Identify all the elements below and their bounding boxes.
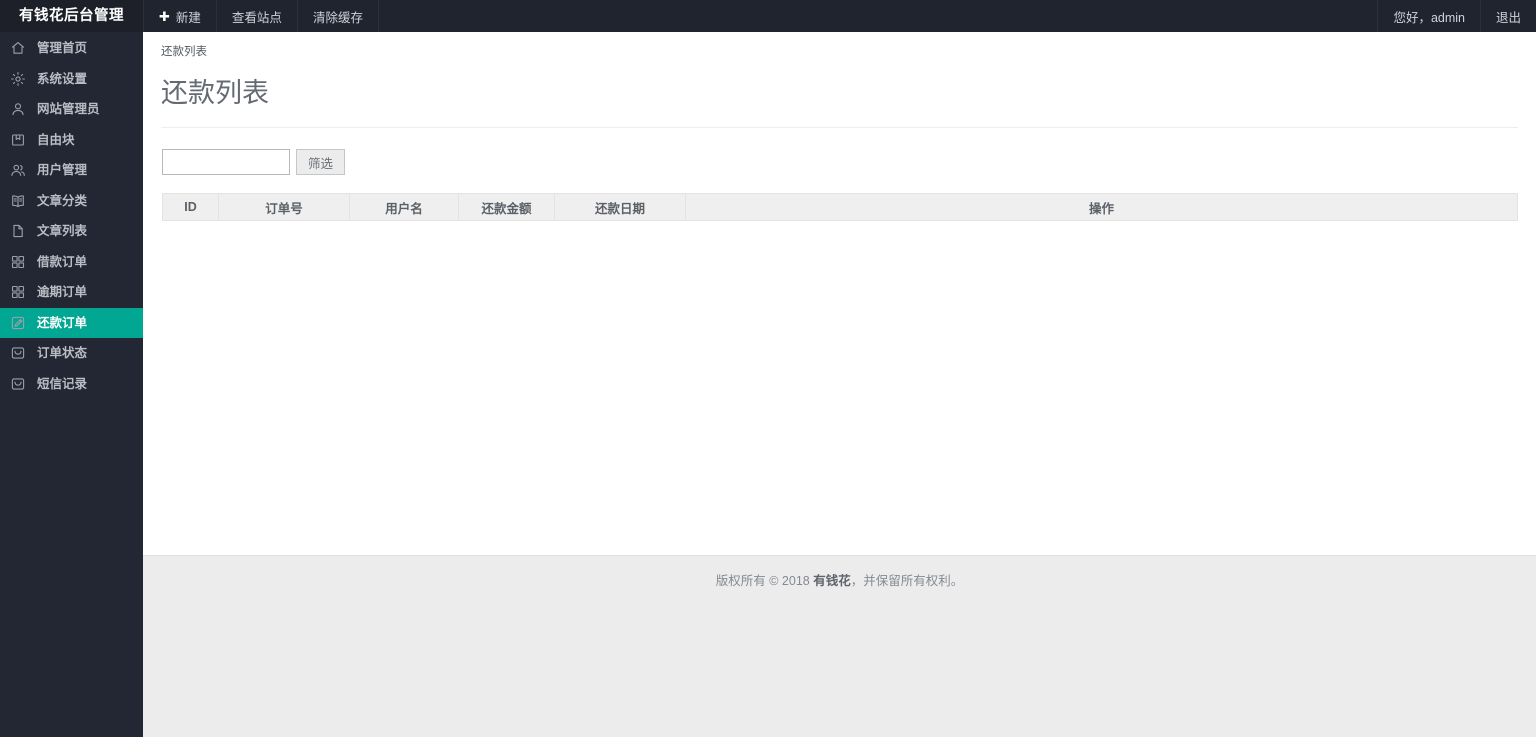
repayment-table: ID 订单号 用户名 还款金额 还款日期 操作 [162, 193, 1518, 222]
filter-search-input[interactable] [162, 149, 290, 176]
sidebar-item-3[interactable]: 自由块 [0, 125, 143, 156]
sidebar-item-label: 自由块 [37, 132, 75, 147]
main-content: 还款列表 还款列表 筛选 ID 订单号 用户名 还款金额 还款日期 操作 [143, 32, 1536, 556]
brand-title: 有钱花后台管理 [19, 7, 124, 24]
page-header: 还款列表 [161, 77, 1518, 129]
home-icon [10, 40, 26, 56]
top-bar: ✚ 新建 查看站点 清除缓存 您好，admin 退出 [143, 0, 1536, 32]
file-icon [10, 223, 26, 239]
filter-bar: 筛选 [162, 149, 1536, 176]
table-header-cell-5: 操作 [685, 193, 1518, 222]
logout-label: 退出 [1495, 10, 1521, 25]
grid-icon [10, 254, 26, 270]
footer: 版权所有 © 2018 有钱花，并保留所有权利。 [143, 557, 1536, 737]
sidebar-item-0[interactable]: 管理首页 [0, 33, 143, 64]
brand-logo[interactable]: 有钱花后台管理 [0, 0, 143, 32]
inbox-icon [10, 345, 26, 361]
user-icon [10, 101, 26, 117]
topnav-item-2[interactable]: 清除缓存 [298, 0, 379, 32]
sidebar-item-4[interactable]: 用户管理 [0, 155, 143, 186]
sidebar-item-label: 网站管理员 [37, 102, 100, 116]
plus-icon: ✚ [159, 8, 170, 24]
user-greeting[interactable]: 您好，admin [1377, 0, 1480, 32]
sidebar-item-11[interactable]: 短信记录 [0, 369, 143, 400]
footer-copyright: 版权所有 © 2018 有钱花，并保留所有权利。 [143, 557, 1536, 589]
sidebar-item-label: 借款订单 [37, 254, 88, 269]
filter-submit-button[interactable]: 筛选 [296, 149, 346, 176]
table-header-cell-2: 用户名 [349, 193, 459, 222]
users-icon [10, 162, 26, 178]
sidebar-item-label: 管理首页 [37, 41, 88, 55]
table-header-cell-0: ID [162, 193, 219, 222]
sidebar-item-8[interactable]: 逾期订单 [0, 277, 143, 308]
footer-brand: 有钱花 [813, 574, 851, 588]
table-head: ID 订单号 用户名 还款金额 还款日期 操作 [162, 193, 1518, 222]
sidebar-item-label: 订单状态 [37, 346, 88, 360]
sidebar-item-6[interactable]: 文章列表 [0, 216, 143, 247]
table-header-cell-1: 订单号 [218, 193, 350, 222]
sidebar-item-label: 用户管理 [37, 163, 88, 177]
sidebar-item-label: 文章分类 [37, 193, 88, 208]
top-bar-right: 您好，admin 退出 [1377, 0, 1536, 32]
sidebar-item-2[interactable]: 网站管理员 [0, 94, 143, 125]
topnav-item-label: 清除缓存 [312, 10, 363, 25]
topnav-item-1[interactable]: 查看站点 [217, 0, 298, 32]
app-root: 有钱花后台管理 管理首页系统设置网站管理员自由块用户管理文章分类文章列表借款订单… [0, 0, 1536, 737]
topnav-item-label: 查看站点 [231, 10, 282, 25]
table-header-cell-3: 还款金额 [458, 193, 555, 222]
sidebar-item-label: 逾期订单 [37, 285, 88, 299]
footer-prefix: 版权所有 © 2018 [715, 574, 814, 588]
inbox-icon [10, 376, 26, 392]
table-header-cell-4: 还款日期 [554, 193, 686, 222]
sidebar-item-1[interactable]: 系统设置 [0, 64, 143, 95]
breadcrumb-item-current[interactable]: 还款列表 [161, 46, 207, 58]
topnav-item-label: 新建 [175, 10, 201, 25]
gear-icon [10, 71, 26, 87]
sidebar: 有钱花后台管理 管理首页系统设置网站管理员自由块用户管理文章分类文章列表借款订单… [0, 0, 143, 737]
topnav-item-0[interactable]: ✚ 新建 [143, 0, 217, 32]
breadcrumb: 还款列表 [143, 32, 1536, 59]
sidebar-item-label: 系统设置 [37, 71, 88, 86]
grid-icon [10, 284, 26, 300]
user-greeting-label: 您好，admin [1393, 10, 1465, 25]
table-header-row: ID 订单号 用户名 还款金额 还款日期 操作 [162, 193, 1518, 222]
footer-suffix: ，并保留所有权利。 [850, 574, 964, 588]
sidebar-item-label: 短信记录 [37, 376, 88, 391]
edit-square-icon [10, 315, 26, 331]
logout-button[interactable]: 退出 [1479, 0, 1536, 32]
page-title: 还款列表 [161, 78, 269, 108]
table-container: ID 订单号 用户名 还款金额 还款日期 操作 [162, 193, 1518, 222]
sidebar-item-label: 还款订单 [37, 315, 88, 330]
sidebar-item-9[interactable]: 还款订单 [0, 307, 143, 338]
top-nav: ✚ 新建 查看站点 清除缓存 [143, 0, 379, 32]
book-icon [10, 132, 26, 148]
book-open-icon [10, 193, 26, 209]
sidebar-item-10[interactable]: 订单状态 [0, 338, 143, 369]
sidebar-nav: 管理首页系统设置网站管理员自由块用户管理文章分类文章列表借款订单逾期订单还款订单… [0, 32, 143, 399]
sidebar-item-7[interactable]: 借款订单 [0, 247, 143, 278]
sidebar-item-5[interactable]: 文章分类 [0, 186, 143, 217]
sidebar-item-label: 文章列表 [37, 224, 88, 238]
